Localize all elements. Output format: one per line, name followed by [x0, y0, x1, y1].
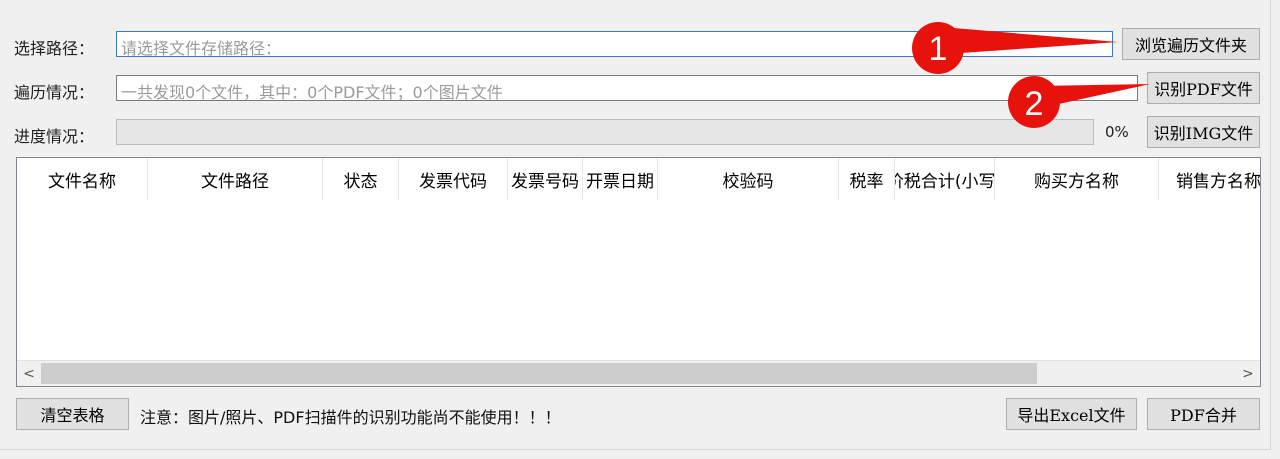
scrollbar-thumb[interactable]	[41, 363, 1037, 384]
results-table[interactable]: 文件名称 文件路径 状态 发票代码 发票号码 开票日期 校验码 税率 价税合计(…	[16, 157, 1261, 387]
column-header[interactable]: 文件路径	[148, 158, 323, 200]
column-header[interactable]: 价税合计(小写)	[895, 158, 995, 200]
callout-number-1: 1	[929, 30, 948, 68]
clear-table-button[interactable]: 清空表格	[16, 398, 129, 430]
path-label: 选择路径：	[14, 39, 95, 58]
table-header: 文件名称 文件路径 状态 发票代码 发票号码 开票日期 校验码 税率 价税合计(…	[17, 158, 1260, 200]
browse-folder-button[interactable]: 浏览遍历文件夹	[1122, 28, 1260, 60]
column-header[interactable]: 税率	[839, 158, 895, 200]
column-header[interactable]: 开票日期	[583, 158, 658, 200]
export-excel-button[interactable]: 导出Excel文件	[1006, 398, 1137, 430]
scroll-left-icon[interactable]: <	[17, 361, 41, 386]
column-header[interactable]: 状态	[323, 158, 399, 200]
recognize-img-button[interactable]: 识别IMG文件	[1147, 116, 1260, 148]
progress-bar	[116, 119, 1094, 145]
column-header[interactable]: 校验码	[658, 158, 839, 200]
column-header[interactable]: 购买方名称	[995, 158, 1159, 200]
callout-number-2: 2	[1025, 85, 1044, 123]
horizontal-scrollbar[interactable]: < >	[17, 360, 1260, 386]
pdf-merge-button[interactable]: PDF合并	[1147, 398, 1260, 430]
callout-arrow-2: 2	[1008, 76, 1150, 128]
scroll-right-icon[interactable]: >	[1236, 361, 1260, 386]
scan-label: 遍历情况：	[14, 83, 95, 102]
progress-label: 进度情况：	[14, 127, 95, 146]
column-header[interactable]: 发票代码	[399, 158, 508, 200]
notice-text: 注意：图片/照片、PDF扫描件的识别功能尚不能使用！！！	[140, 408, 561, 427]
recognize-pdf-button[interactable]: 识别PDF文件	[1147, 72, 1260, 104]
column-header[interactable]: 发票号码	[508, 158, 583, 200]
column-header[interactable]: 销售方名称	[1159, 158, 1260, 200]
column-header[interactable]: 文件名称	[17, 158, 148, 200]
